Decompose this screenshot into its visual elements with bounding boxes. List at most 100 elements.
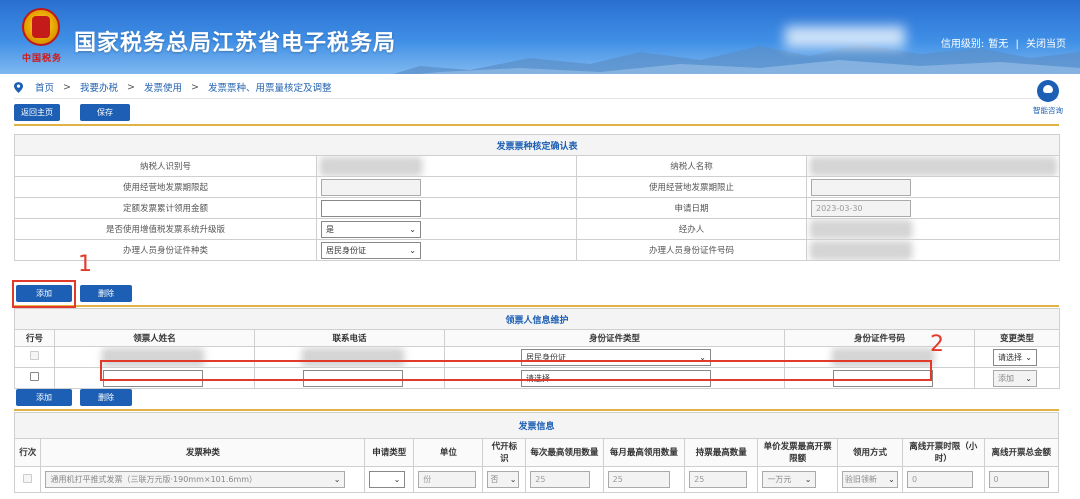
offline-amount-input[interactable]: 0 bbox=[988, 471, 1049, 488]
chevron-down-icon: ⌄ bbox=[1025, 373, 1032, 383]
unit-limit-value: 一万元 bbox=[767, 475, 792, 484]
location-pin-icon bbox=[14, 81, 23, 93]
change-type-select[interactable]: 请选择 ⌄ bbox=[993, 348, 1037, 366]
apply-type-select[interactable]: ⌄ bbox=[369, 471, 406, 488]
agent-flag-value: 否 bbox=[490, 475, 499, 484]
divider-line bbox=[14, 409, 1059, 411]
invoice-table-caption: 发票信息 bbox=[14, 412, 1059, 439]
annotation-number-2: 2 bbox=[930, 332, 944, 357]
header-banner: 中国税务 国家税务总局江苏省电子税务局 信用级别: 暂无 | 关闭当页 bbox=[0, 0, 1080, 74]
col-unit: 单位 bbox=[413, 438, 484, 467]
chat-icon bbox=[1037, 80, 1059, 102]
tax-emblem-logo bbox=[22, 8, 60, 46]
taxpayer-name-input[interactable] bbox=[811, 157, 1056, 175]
col-phone: 联系电话 bbox=[254, 329, 445, 347]
divider-line bbox=[14, 124, 1059, 126]
col-row-no: 行次 bbox=[13, 438, 42, 467]
chevron-down-icon: ⌄ bbox=[804, 475, 812, 484]
receive-method-select[interactable]: 验旧领新 ⌄ bbox=[841, 471, 898, 488]
confirm-table: 发票票种核定确认表 纳税人识别号 纳税人名称 使用经营地发票期限起 使用经营地发… bbox=[13, 134, 1061, 261]
chevron-down-icon: ⌄ bbox=[409, 224, 416, 234]
col-offline-hours: 离线开票时限（小时） bbox=[902, 438, 985, 467]
close-page-link[interactable]: 关闭当页 bbox=[1026, 39, 1066, 50]
breadcrumb-separator: > bbox=[190, 81, 199, 93]
period-end-label: 使用经营地发票期限止 bbox=[576, 176, 807, 198]
id-type-label: 办理人员身份证件种类 bbox=[14, 239, 317, 261]
col-hold-max: 持票最高数量 bbox=[684, 438, 759, 467]
delete-invoice-button[interactable]: 删除 bbox=[80, 389, 132, 406]
col-invoice-type: 发票种类 bbox=[40, 438, 366, 467]
taxpayer-id-label: 纳税人识别号 bbox=[14, 155, 317, 177]
id-number-input[interactable] bbox=[811, 241, 911, 259]
col-per-time-max: 每次最高领用数量 bbox=[525, 438, 604, 467]
upgrade-system-select[interactable]: 是 ⌄ bbox=[321, 220, 421, 238]
credit-value: 暂无 bbox=[988, 39, 1009, 50]
quota-amount-input[interactable] bbox=[321, 199, 421, 217]
hold-max-input[interactable]: 25 bbox=[689, 471, 748, 488]
unit-input[interactable]: 份 bbox=[418, 471, 477, 488]
per-month-max-input[interactable]: 25 bbox=[607, 471, 670, 488]
row-checkbox[interactable] bbox=[30, 372, 39, 381]
user-bar: 信用级别: 暂无 | 关闭当页 bbox=[939, 35, 1068, 50]
receive-method-value: 验旧领新 bbox=[844, 475, 877, 484]
period-start-label: 使用经营地发票期限起 bbox=[14, 176, 317, 198]
save-button[interactable]: 保存 bbox=[80, 104, 130, 121]
breadcrumb-current: 发票票种、用票量核定及调整 bbox=[207, 83, 332, 94]
col-change-type: 变更类型 bbox=[973, 329, 1061, 347]
id-number-label: 办理人员身份证件号码 bbox=[576, 239, 807, 261]
apply-date-input[interactable]: 2023-03-30 bbox=[811, 199, 911, 217]
table-row: 通用机打平推式发票（三联万元版·190mm×101.6mm） ⌄ ⌄ 份 否 ⌄ 2… bbox=[13, 466, 1060, 493]
col-agent-flag: 代开标识 bbox=[482, 438, 527, 467]
col-row-no: 行号 bbox=[14, 329, 55, 347]
add-invoice-button[interactable]: 添加 bbox=[16, 389, 72, 406]
annotation-box-row bbox=[100, 360, 932, 381]
col-apply-type: 申请类型 bbox=[364, 438, 415, 467]
breadcrumb-home[interactable]: 首页 bbox=[35, 80, 54, 94]
divider: | bbox=[1015, 39, 1019, 50]
back-home-button[interactable]: 返回主页 bbox=[14, 104, 60, 121]
unit-limit-select[interactable]: 一万元 ⌄ bbox=[762, 471, 817, 488]
chevron-down-icon: ⌄ bbox=[509, 475, 517, 484]
per-time-max-input[interactable]: 25 bbox=[530, 471, 591, 488]
col-receive-method: 领用方式 bbox=[836, 438, 904, 467]
change-type-value: 请选择 bbox=[998, 352, 1022, 362]
quota-amount-label: 定额发票累计领用金额 bbox=[14, 197, 317, 219]
taxpayer-id-input[interactable] bbox=[321, 157, 421, 175]
change-type-select[interactable]: 添加 ⌄ bbox=[993, 369, 1037, 387]
col-id-number: 身份证件号码 bbox=[784, 329, 975, 347]
handler-input[interactable] bbox=[811, 220, 911, 238]
breadcrumb-invoice-use[interactable]: 发票使用 bbox=[144, 80, 182, 94]
divider-line bbox=[14, 98, 1059, 99]
id-type-value: 居民身份证 bbox=[326, 245, 366, 255]
id-type-select[interactable]: 居民身份证 ⌄ bbox=[321, 241, 421, 259]
period-start-input[interactable] bbox=[321, 178, 421, 196]
chevron-down-icon: ⌄ bbox=[888, 475, 895, 484]
taxpayer-name-label: 纳税人名称 bbox=[576, 155, 807, 177]
col-name: 领票人姓名 bbox=[54, 329, 255, 347]
chevron-down-icon: ⌄ bbox=[409, 245, 416, 255]
invoice-type-select[interactable]: 通用机打平推式发票（三联万元版·190mm×101.6mm） ⌄ bbox=[45, 471, 346, 488]
smart-consult-button[interactable]: 智能咨询 bbox=[1030, 80, 1066, 116]
chevron-down-icon: ⌄ bbox=[393, 475, 401, 484]
invoice-type-value: 通用机打平推式发票（三联万元版·190mm×101.6mm） bbox=[50, 475, 258, 484]
smart-consult-label: 智能咨询 bbox=[1033, 106, 1063, 115]
breadcrumb-tax-service[interactable]: 我要办税 bbox=[80, 80, 118, 94]
credit-label: 信用级别: bbox=[940, 39, 985, 50]
recipient-table-caption: 领票人信息维护 bbox=[13, 308, 1061, 330]
row-checkbox[interactable] bbox=[23, 473, 33, 483]
redacted-area bbox=[785, 26, 905, 48]
invoice-table: 发票信息 行次 发票种类 申请类型 单位 代开标识 每次最高领用数量 每月最高领… bbox=[13, 412, 1060, 493]
col-offline-amount: 离线开票总金额 bbox=[983, 438, 1060, 467]
apply-date-label: 申请日期 bbox=[576, 197, 807, 219]
period-end-input[interactable] bbox=[811, 178, 911, 196]
upgrade-system-value: 是 bbox=[326, 224, 334, 234]
handler-label: 经办人 bbox=[576, 218, 807, 240]
col-unit-limit: 单价发票最高开票限额 bbox=[757, 438, 838, 467]
offline-hours-input[interactable]: 0 bbox=[907, 471, 974, 488]
row-checkbox[interactable] bbox=[30, 351, 39, 360]
breadcrumb-separator: > bbox=[127, 81, 135, 93]
confirm-table-caption: 发票票种核定确认表 bbox=[13, 134, 1061, 156]
agent-flag-select[interactable]: 否 ⌄ bbox=[487, 471, 520, 488]
delete-recipient-button[interactable]: 删除 bbox=[80, 285, 132, 302]
annotation-number-1: 1 bbox=[78, 252, 92, 277]
